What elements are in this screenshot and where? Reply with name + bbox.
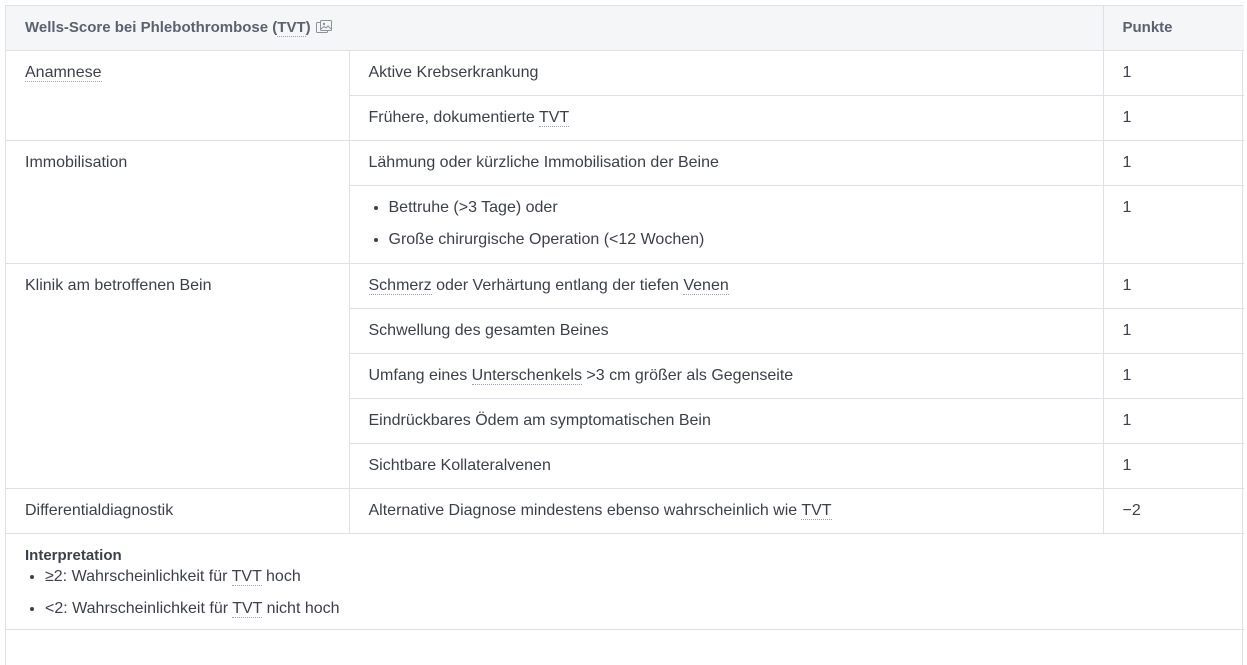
interpretation-text: <2: Wahrscheinlichkeit für (45, 600, 233, 617)
table-row: Klinik am betroffenen Bein Schmerz oder … (6, 263, 1244, 489)
points-header: Punkte (1102, 6, 1244, 51)
table-title: Wells-Score bei Phlebothrombose (TVT) (6, 6, 1103, 51)
criterion-cell: Frühere, dokumentierte TVT (348, 95, 1103, 141)
points-cell: 1 (1102, 50, 1244, 96)
criterion-cell: Umfang eines Unterschenkels >3 cm größer… (348, 353, 1103, 399)
term-unterschenkel[interactable]: Unterschenkels (471, 367, 582, 385)
criterion-text: Alternative Diagnose mindestens ebenso w… (368, 502, 802, 519)
interpretation-text: ≥2: Wahrscheinlichkeit für (45, 568, 232, 585)
abbr-tvt[interactable]: TVT (801, 502, 832, 520)
interpretation-list: ≥2: Wahrscheinlichkeit für TVT hoch <2: … (25, 567, 1244, 619)
image-icon[interactable] (315, 20, 332, 34)
points-cell: 1 (1102, 185, 1244, 264)
table-row: Immobilisation Lähmung oder kürzliche Im… (6, 140, 1244, 264)
criterion-text: oder Verhärtung entlang der tiefen (431, 277, 684, 294)
interpretation-cell: Interpretation ≥2: Wahrscheinlichkeit fü… (6, 533, 1244, 630)
criterion-list: Bettruhe (>3 Tage) oder Große chirurgisc… (369, 198, 1103, 250)
list-item: ≥2: Wahrscheinlichkeit für TVT hoch (45, 567, 1244, 587)
group-label-klinik: Klinik am betroffenen Bein (6, 263, 349, 489)
points-cell: −2 (1102, 488, 1244, 534)
abbr-tvt[interactable]: TVT (231, 568, 262, 586)
interpretation-text: nicht hoch (262, 600, 340, 617)
points-cell: 1 (1102, 308, 1244, 354)
table-row: Anamnese Aktive Krebserkrankung 1 (6, 50, 1244, 141)
points-cell: 1 (1102, 353, 1244, 399)
points-cell: 1 (1102, 398, 1244, 444)
points-cell: 1 (1102, 95, 1244, 141)
points-cell: 1 (1102, 443, 1244, 489)
criterion-text: Frühere, dokumentierte (368, 109, 539, 126)
interpretation-title: Interpretation (25, 547, 122, 564)
criterion-cell: Schmerz oder Verhärtung entlang der tief… (348, 263, 1103, 309)
criterion-cell: Aktive Krebserkrankung (348, 50, 1103, 96)
abbr-tvt[interactable]: TVT (538, 109, 570, 127)
criterion-cell: Sichtbare Kollateralvenen (348, 443, 1103, 489)
interpretation-row: Interpretation ≥2: Wahrscheinlichkeit fü… (6, 533, 1244, 630)
list-item: <2: Wahrscheinlichkeit für TVT nicht hoc… (45, 599, 1244, 619)
title-prefix: Wells-Score bei Phlebothrombose ( (25, 19, 278, 36)
criterion-cell: Alternative Diagnose mindestens ebenso w… (348, 488, 1103, 534)
group-label-anamnese: Anamnese (6, 50, 349, 141)
criterion-cell: Bettruhe (>3 Tage) oder Große chirurgisc… (348, 185, 1103, 264)
wells-score-table-container: Wells-Score bei Phlebothrombose (TVT) Pu… (5, 5, 1244, 665)
criterion-cell: Lähmung oder kürzliche Immobilisation de… (348, 140, 1103, 186)
table-header-row: Wells-Score bei Phlebothrombose (TVT) Pu… (6, 6, 1244, 51)
term-schmerz[interactable]: Schmerz (368, 277, 432, 295)
criterion-cell: Eindrückbares Ödem am symptomatischen Be… (348, 398, 1103, 444)
term-venen[interactable]: Venen (683, 277, 729, 295)
points-cell: 1 (1102, 140, 1244, 186)
abbr-tvt[interactable]: TVT (232, 600, 263, 618)
anamnese-link[interactable]: Anamnese (25, 64, 102, 82)
group-label-immobilisation: Immobilisation (6, 140, 349, 264)
interpretation-text: hoch (261, 568, 301, 585)
table-row: Differentialdiagnostik Alternative Diagn… (6, 488, 1244, 534)
title-suffix: ) (305, 19, 311, 36)
criterion-text: >3 cm größer als Gegenseite (581, 367, 794, 384)
points-cell: 1 (1102, 263, 1244, 309)
wells-score-table: Wells-Score bei Phlebothrombose (TVT) Pu… (6, 6, 1244, 630)
criterion-text: Umfang eines (368, 367, 472, 384)
list-item: Große chirurgische Operation (<12 Wochen… (389, 230, 1103, 250)
group-label-differential: Differentialdiagnostik (6, 488, 349, 534)
abbr-tvt[interactable]: TVT (277, 19, 306, 37)
list-item: Bettruhe (>3 Tage) oder (389, 198, 1103, 218)
criterion-cell: Schwellung des gesamten Beines (348, 308, 1103, 354)
